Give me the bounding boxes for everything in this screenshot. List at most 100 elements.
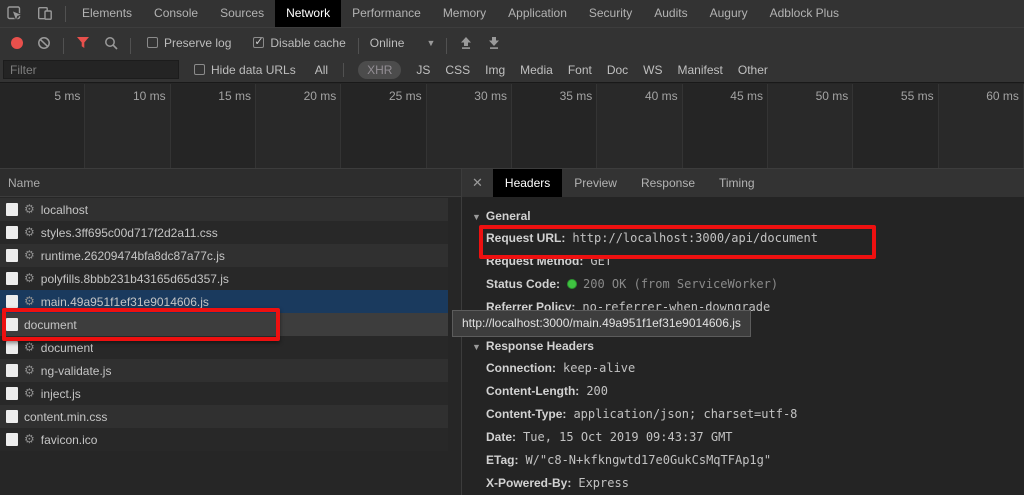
requests-panel: Name ⚙ localhost ⚙ styles.3ff695c00d717f2d2…: [0, 168, 462, 495]
header-line-connection-: Connection: keep-alive: [472, 357, 1024, 380]
disable-cache-label: Disable cache: [270, 35, 346, 50]
details-tabs: Headers Preview Response Timing: [492, 169, 767, 197]
filter-type-all[interactable]: All: [315, 61, 328, 79]
name-column-header[interactable]: Name: [0, 169, 461, 197]
request-name: main.49a951f1ef31e9014606.js: [40, 294, 209, 309]
filter-type-doc[interactable]: Doc: [607, 61, 628, 79]
header-line-etag-: ETag: W/"c8-N+kfkngwtd17e0GukCsMqTFAp1g": [472, 449, 1024, 472]
request-row[interactable]: ⚙ inject.js: [0, 382, 448, 405]
timeline-tick: 15 ms: [171, 84, 256, 168]
filter-type-css[interactable]: CSS: [445, 61, 470, 79]
request-name: localhost: [40, 202, 89, 217]
header-line-content-length-: Content-Length: 200: [472, 380, 1024, 403]
file-icon: [6, 364, 18, 377]
header-value: W/"c8-N+kfkngwtd17e0GukCsMqTFAp1g": [525, 453, 772, 467]
header-value: Tue, 15 Oct 2019 09:43:37 GMT: [523, 430, 733, 444]
request-row[interactable]: content.min.css: [0, 405, 448, 428]
triangle-down-icon: ▼: [472, 342, 481, 352]
inspect-element-icon[interactable]: [0, 0, 30, 27]
gear-icon: ⚙: [24, 432, 35, 446]
details-tab-response[interactable]: Response: [629, 169, 707, 197]
section-header[interactable]: ▼ Response Headers: [472, 335, 1024, 357]
clear-button[interactable]: [30, 36, 58, 50]
tab-adblock-plus[interactable]: Adblock Plus: [759, 0, 850, 27]
gear-icon: ⚙: [24, 340, 35, 354]
search-icon[interactable]: [97, 36, 125, 50]
hide-data-urls-checkbox[interactable]: Hide data URLs: [187, 63, 303, 77]
gear-icon: ⚙: [24, 386, 35, 400]
section-title: Response Headers: [485, 339, 594, 353]
filter-type-img[interactable]: Img: [485, 61, 505, 79]
request-row[interactable]: ⚙ styles.3ff695c00d717f2d2a11.css: [0, 221, 448, 244]
timeline-tick: 20 ms: [255, 84, 342, 168]
details-tabbar: ✕ Headers Preview Response Timing: [462, 169, 1024, 197]
close-icon[interactable]: ✕: [462, 169, 493, 197]
timeline-tick: 40 ms: [597, 84, 683, 168]
request-row[interactable]: ⚙ ng-validate.js: [0, 359, 448, 382]
filter-type-font[interactable]: Font: [568, 61, 592, 79]
details-tab-preview[interactable]: Preview: [562, 169, 629, 197]
header-name: Content-Type:: [486, 407, 567, 421]
request-row[interactable]: ⚙ polyfills.8bbb231b43165d65d357.js: [0, 267, 448, 290]
request-row[interactable]: ⚙ runtime.26209474bfa8dc87a77c.js: [0, 244, 448, 267]
filter-type-xhr[interactable]: XHR: [358, 60, 402, 79]
export-har-icon[interactable]: [480, 36, 508, 50]
file-icon: [6, 295, 18, 308]
tab-console[interactable]: Console: [143, 0, 209, 27]
timeline-tick: 10 ms: [85, 84, 171, 168]
section-title: General: [485, 209, 531, 223]
triangle-down-icon: ▼: [472, 212, 481, 222]
disable-cache-checkbox[interactable]: Disable cache: [246, 35, 352, 50]
gear-icon: ⚙: [24, 248, 35, 262]
device-toolbar-icon[interactable]: [30, 0, 60, 27]
request-row[interactable]: ⚙ favicon.ico: [0, 428, 448, 451]
file-icon: [6, 249, 18, 262]
timeline-tick: 45 ms: [683, 84, 768, 168]
filter-type-js[interactable]: JS: [416, 61, 430, 79]
import-har-icon[interactable]: [452, 36, 480, 50]
request-name: styles.3ff695c00d717f2d2a11.css: [40, 225, 218, 240]
timeline-tick: 30 ms: [426, 84, 512, 168]
throttling-dropdown[interactable]: Online ▼: [364, 36, 442, 50]
filter-type-media[interactable]: Media: [520, 61, 553, 79]
preserve-log-checkbox[interactable]: Preserve log: [140, 36, 238, 50]
waterfall-timeline: 5 ms 10 ms 15 ms 20 ms 25 ms 30 ms 35 ms 40 ms 4…: [0, 84, 1024, 168]
section-response-headers: ▼ Response Headers Connection: keep-alive Co…: [472, 335, 1024, 495]
divider: [343, 62, 345, 77]
filter-funnel-icon[interactable]: [69, 36, 97, 49]
header-name: Status Code:: [486, 277, 561, 291]
filter-type-ws[interactable]: WS: [643, 61, 662, 79]
file-icon: [6, 272, 18, 285]
tab-elements[interactable]: Elements: [71, 0, 143, 27]
tab-sources[interactable]: Sources: [209, 0, 275, 27]
tab-augury[interactable]: Augury: [699, 0, 759, 27]
filter-input[interactable]: [3, 60, 179, 79]
details-tab-headers[interactable]: Headers: [492, 169, 563, 197]
filter-type-other[interactable]: Other: [738, 61, 768, 79]
throttling-value: Online: [369, 35, 405, 50]
red-highlight-box-document-row: [2, 308, 280, 341]
gear-icon: ⚙: [24, 294, 35, 308]
section-header[interactable]: ▼ General: [472, 205, 1024, 227]
tab-memory[interactable]: Memory: [432, 0, 497, 27]
gear-icon: ⚙: [24, 225, 35, 239]
record-button[interactable]: [4, 36, 30, 49]
tab-performance[interactable]: Performance: [341, 0, 432, 27]
network-toolbar: Preserve log Disable cache Online ▼: [0, 28, 1024, 57]
filter-type-manifest[interactable]: Manifest: [678, 61, 723, 79]
section-general: ▼ General Request URL: http://localhost:300…: [472, 205, 1024, 319]
request-name: ng-validate.js: [40, 363, 112, 378]
tab-audits[interactable]: Audits: [643, 0, 698, 27]
request-name: polyfills.8bbb231b43165d65d357.js: [40, 271, 229, 286]
timeline-tick: 25 ms: [341, 84, 427, 168]
tab-application[interactable]: Application: [497, 0, 578, 27]
header-name: X-Powered-By:: [486, 476, 572, 490]
tab-security[interactable]: Security: [578, 0, 643, 27]
hide-data-urls-label: Hide data URLs: [211, 62, 296, 77]
red-highlight-box-request-url: [479, 225, 876, 259]
details-tab-timing[interactable]: Timing: [707, 169, 767, 197]
header-name: Connection:: [486, 361, 556, 375]
request-row[interactable]: ⚙ localhost: [0, 198, 448, 221]
tab-network[interactable]: Network: [275, 0, 342, 27]
header-name: Date:: [486, 430, 517, 444]
